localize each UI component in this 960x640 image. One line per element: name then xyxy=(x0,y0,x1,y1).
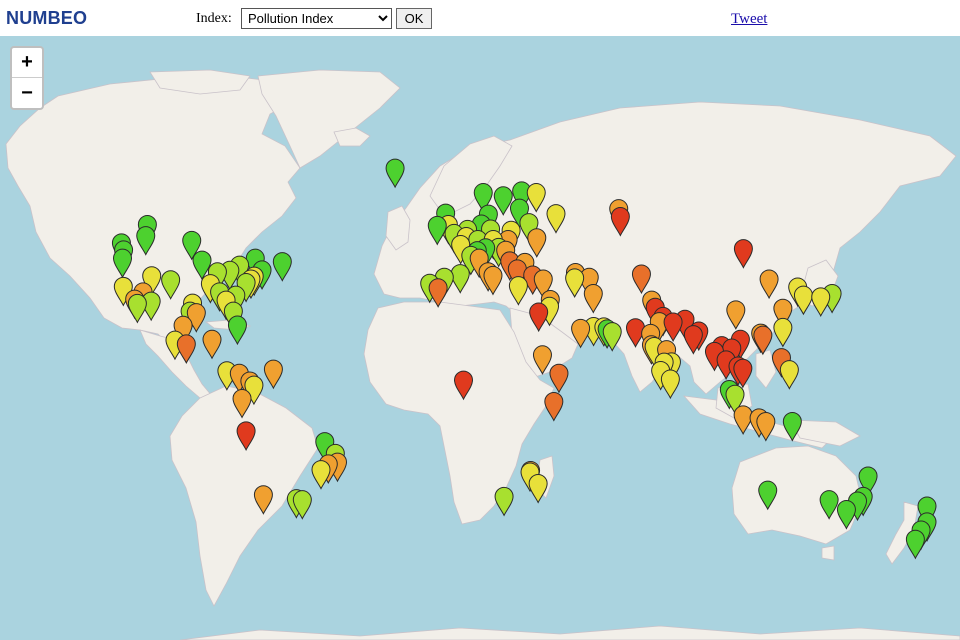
zoom-control: + − xyxy=(10,46,44,110)
city-marker[interactable] xyxy=(202,329,222,360)
index-select[interactable]: Pollution Index xyxy=(241,8,392,29)
numbeo-logo[interactable]: NUMBEO xyxy=(6,8,87,29)
landmass-tasmania xyxy=(821,545,835,561)
city-marker[interactable] xyxy=(385,158,405,189)
city-marker[interactable] xyxy=(660,369,680,400)
landmass-antarctica xyxy=(179,625,960,640)
city-marker[interactable] xyxy=(272,252,292,282)
city-marker[interactable] xyxy=(779,360,799,390)
city-marker[interactable] xyxy=(793,285,813,316)
map-canvas[interactable] xyxy=(0,36,960,640)
ok-button[interactable]: OK xyxy=(396,8,432,29)
landmass-iceland xyxy=(333,127,371,147)
index-label: Index: xyxy=(196,11,232,26)
city-marker[interactable] xyxy=(733,405,753,435)
city-marker[interactable] xyxy=(905,529,925,560)
land-masses xyxy=(5,69,960,640)
city-marker[interactable] xyxy=(544,391,564,422)
city-marker[interactable] xyxy=(773,317,793,348)
zoom-in-button[interactable]: + xyxy=(12,48,42,78)
zoom-out-button[interactable]: − xyxy=(12,78,42,108)
city-marker[interactable] xyxy=(227,315,247,346)
city-marker[interactable] xyxy=(263,359,283,390)
world-map[interactable] xyxy=(0,36,960,640)
city-marker[interactable] xyxy=(528,473,548,504)
city-marker[interactable] xyxy=(811,287,831,317)
city-marker[interactable] xyxy=(494,486,514,517)
landmass-australia xyxy=(731,445,863,545)
toolbar: NUMBEO Index: Pollution Index OK Tweet xyxy=(0,0,960,37)
city-marker[interactable] xyxy=(311,460,331,490)
tweet-link[interactable]: Tweet xyxy=(731,11,767,28)
